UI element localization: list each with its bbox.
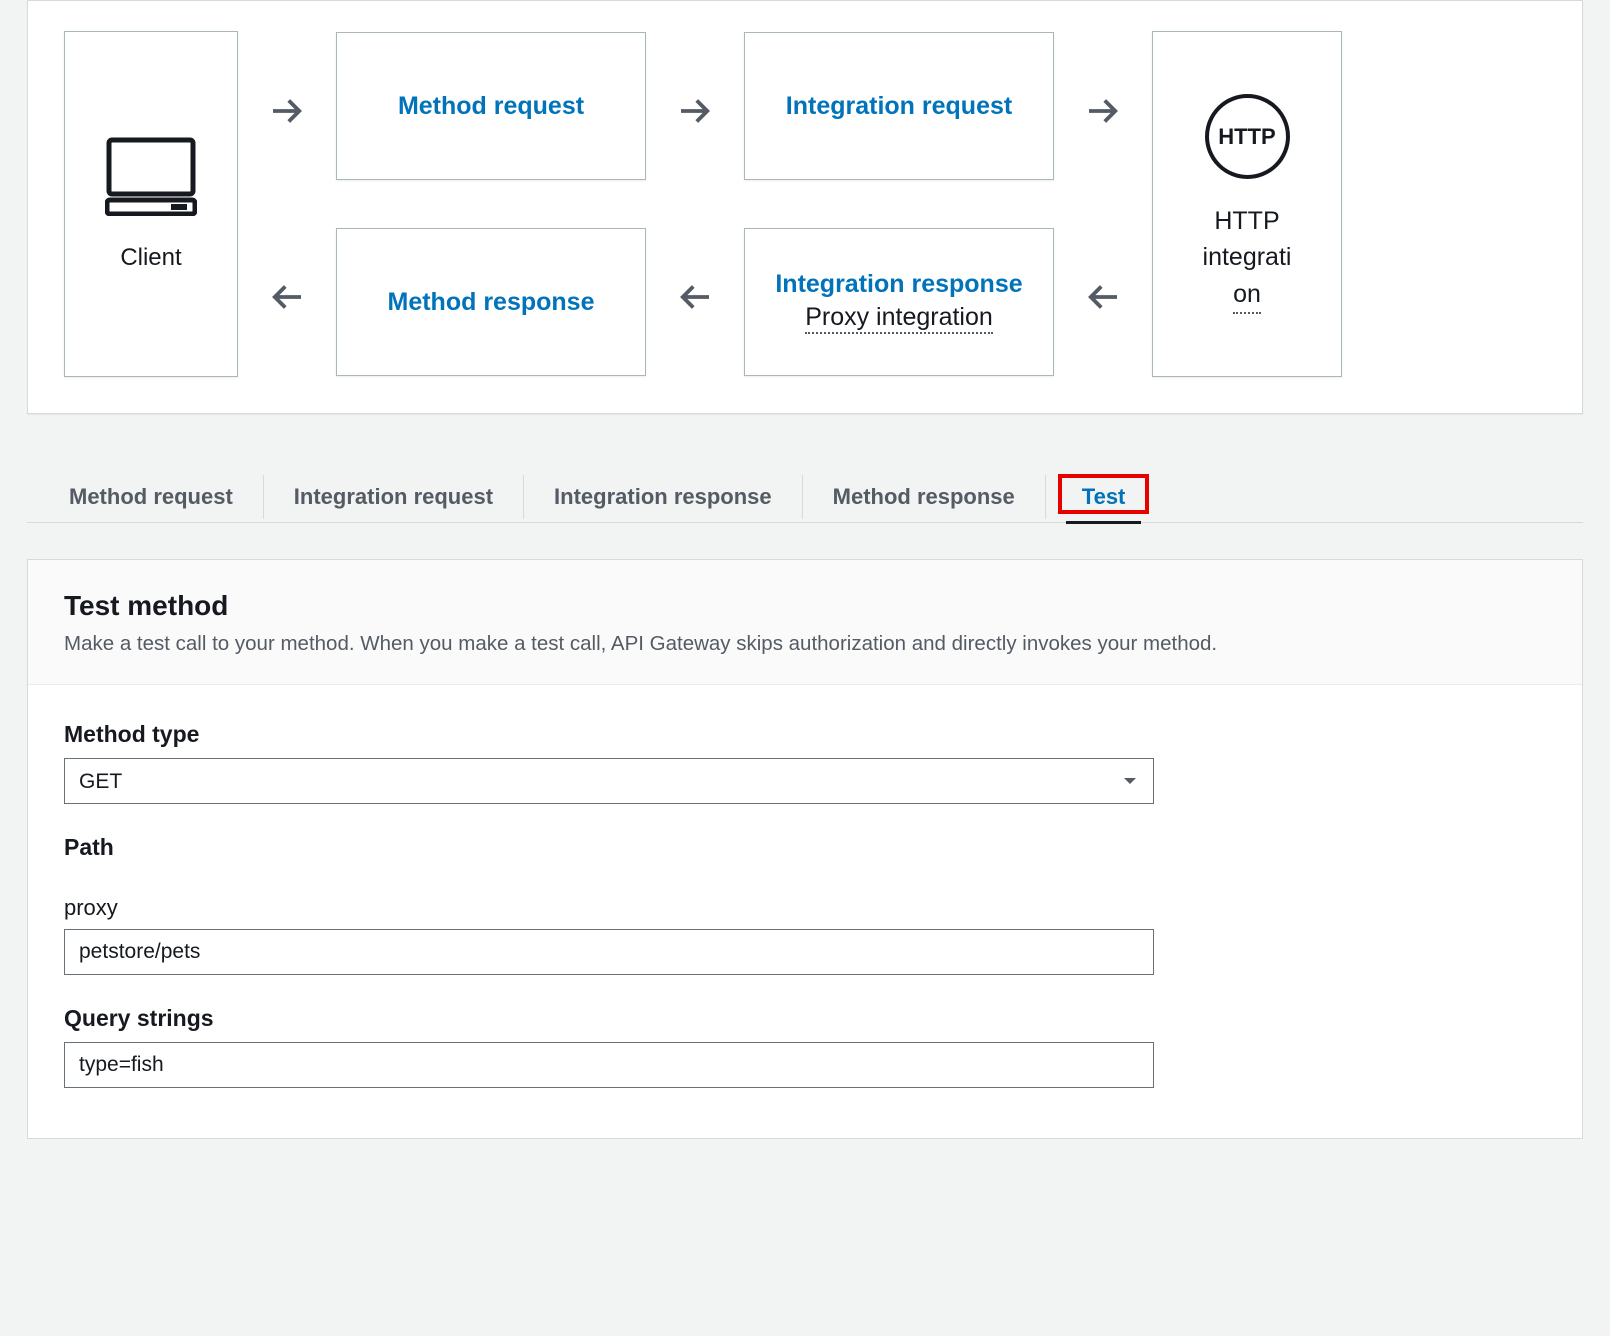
arrow-right-icon: [674, 90, 716, 132]
client-icon: [105, 136, 197, 216]
method-request-link[interactable]: Method request: [398, 92, 584, 121]
arrows-col-3: [1072, 90, 1134, 318]
tab-integration-response[interactable]: Integration response: [524, 472, 802, 522]
integration-response-link[interactable]: Integration response: [775, 270, 1022, 299]
arrow-left-icon: [1082, 276, 1124, 318]
http-label-1: HTTP: [1214, 203, 1279, 239]
method-request-box[interactable]: Method request: [336, 32, 646, 180]
method-execution-diagram: Client Method request Method response In…: [27, 0, 1583, 414]
tab-method-request[interactable]: Method request: [39, 472, 263, 522]
proxy-input[interactable]: [64, 929, 1154, 975]
http-label-3: on: [1233, 276, 1261, 314]
tab-test[interactable]: Test: [1046, 472, 1162, 522]
integration-response-box[interactable]: Integration response Proxy integration: [744, 228, 1054, 376]
http-icon: HTTP: [1205, 94, 1290, 179]
column-integration: Integration request Integration response…: [744, 32, 1054, 376]
method-response-box[interactable]: Method response: [336, 228, 646, 376]
client-label: Client: [120, 244, 181, 272]
arrow-right-icon: [1082, 90, 1124, 132]
test-method-panel: Test method Make a test call to your met…: [27, 559, 1583, 1139]
path-label: Path: [64, 834, 1154, 861]
method-response-link[interactable]: Method response: [388, 288, 595, 317]
client-box: Client: [64, 31, 238, 377]
method-type-select[interactable]: GET: [64, 758, 1154, 804]
method-type-section: Method type GET: [64, 721, 1154, 804]
tabs-bar: Method request Integration request Integ…: [27, 472, 1583, 523]
http-label-2: integrati: [1203, 239, 1292, 275]
tab-method-response[interactable]: Method response: [803, 472, 1045, 522]
arrows-col-2: [664, 90, 726, 318]
http-integration-box: HTTP HTTP integrati on: [1152, 31, 1342, 377]
method-type-label: Method type: [64, 721, 1154, 748]
query-strings-input[interactable]: [64, 1042, 1154, 1088]
arrow-left-icon: [266, 276, 308, 318]
arrow-left-icon: [674, 276, 716, 318]
path-section: Path proxy: [64, 834, 1154, 975]
arrows-col-1: [256, 90, 318, 318]
test-method-header: Test method Make a test call to your met…: [28, 560, 1582, 685]
column-method: Method request Method response: [336, 32, 646, 376]
tab-integration-request[interactable]: Integration request: [264, 472, 523, 522]
test-method-title: Test method: [64, 590, 1546, 622]
proxy-label: proxy: [64, 895, 1154, 921]
test-method-description: Make a test call to your method. When yo…: [64, 632, 1546, 656]
query-strings-section: Query strings: [64, 1005, 1154, 1088]
test-method-body: Method type GET Path proxy Query strings: [28, 685, 1582, 1138]
integration-request-link[interactable]: Integration request: [786, 92, 1012, 121]
query-strings-label: Query strings: [64, 1005, 1154, 1032]
integration-request-box[interactable]: Integration request: [744, 32, 1054, 180]
http-badge-text: HTTP: [1218, 124, 1275, 150]
proxy-integration-label: Proxy integration: [805, 303, 993, 334]
arrow-right-icon: [266, 90, 308, 132]
